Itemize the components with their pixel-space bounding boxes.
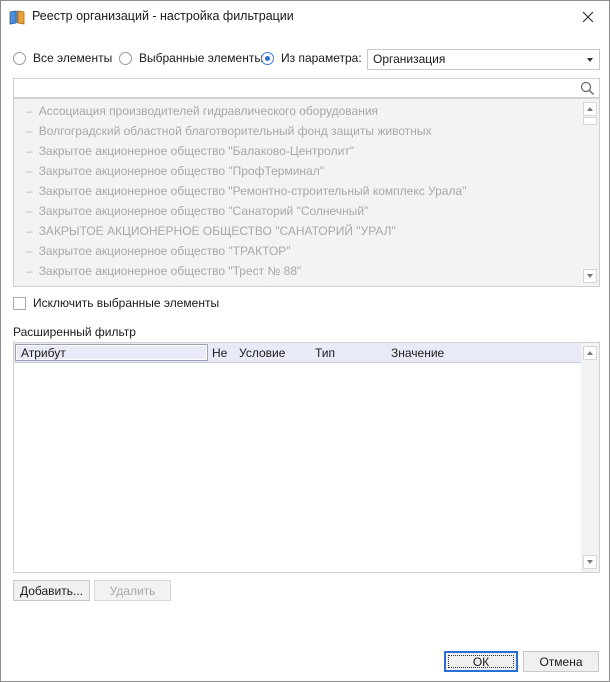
list-item-label: Закрытое акционерное общество "Санаторий…: [38, 204, 369, 218]
parameter-select-value: Организация: [373, 52, 446, 66]
column-header-condition[interactable]: Условие: [239, 346, 285, 360]
arrow-down-icon: [587, 560, 593, 564]
radio-circle: [119, 51, 132, 65]
title-bar: Реестр организаций - настройка фильтраци…: [1, 1, 609, 33]
list-item-label: Закрытое акционерное общество "Ремонтно-…: [38, 184, 467, 198]
list-item-label: ЗАКРЫТОЕ АКЦИОНЕРНОЕ ОБЩЕСТВО "САНАТОРИЙ…: [38, 224, 396, 238]
filter-dialog: Реестр организаций - настройка фильтраци…: [0, 0, 610, 682]
search-icon[interactable]: [580, 81, 595, 96]
extended-filter-grid[interactable]: Атрибут Не Условие Тип Значение: [13, 342, 600, 573]
checkbox-box: [13, 296, 26, 310]
tree-dash: –: [26, 164, 33, 178]
window-title: Реестр организаций - настройка фильтраци…: [32, 9, 294, 23]
exclude-selected-checkbox[interactable]: Исключить выбранные элементы: [13, 296, 219, 310]
list-item[interactable]: – Закрытое акционерное общество "Трест № …: [14, 261, 579, 281]
list-item-label: Закрытое акционерное общество "ТРАКТОР": [38, 244, 291, 258]
search-input[interactable]: [13, 78, 600, 98]
list-item[interactable]: – Волгоградский областной благотворительн…: [14, 121, 579, 141]
tree-dash: –: [26, 144, 33, 158]
list-item[interactable]: – Закрытое акционерное общество "ТРАКТОР": [14, 241, 579, 261]
list-item-label: Закрытое акционерное общество "Балаково-…: [38, 144, 355, 158]
add-button[interactable]: Добавить...: [13, 580, 90, 601]
column-header-type[interactable]: Тип: [315, 346, 335, 360]
tree-dash: –: [26, 284, 33, 286]
close-icon: [582, 11, 594, 23]
list-item-label: Закрытое акционерное общество "Трест № 8…: [38, 264, 302, 278]
tree-dash: –: [26, 124, 33, 138]
radio-all-elements[interactable]: Все элементы: [13, 51, 112, 65]
ok-button[interactable]: ОК: [444, 651, 518, 672]
list-item[interactable]: – Ассоциация производителей гидравлическо…: [14, 101, 579, 121]
tree-dash: –: [26, 244, 33, 258]
chevron-down-icon: [587, 58, 593, 62]
element-list-scrollbar[interactable]: [581, 99, 599, 286]
tree-dash: –: [26, 104, 33, 118]
arrow-down-icon: [587, 274, 593, 278]
focus-rect: [448, 655, 514, 668]
grid-header: Атрибут Не Условие Тип Значение: [14, 343, 581, 363]
element-list[interactable]: – Ассоциация производителей гидравлическо…: [13, 98, 600, 287]
list-item[interactable]: – Закрытое акционерное общество "ПрофТерм…: [14, 161, 579, 181]
delete-button[interactable]: Удалить: [94, 580, 171, 601]
column-header-not[interactable]: Не: [212, 346, 227, 360]
tree-dash: –: [26, 264, 33, 278]
list-item[interactable]: – ЗАКРЫТОЕ АКЦИОНЕРНОЕ ОБЩЕСТВО "САНАТОРИ…: [14, 221, 579, 241]
arrow-up-icon: [587, 351, 593, 355]
tree-dash: –: [26, 204, 33, 218]
radio-selected-elements[interactable]: Выбранные элементы: [119, 51, 263, 65]
list-item-label: Волгоградский областной благотворительны…: [38, 124, 432, 138]
scroll-up-button[interactable]: [583, 346, 597, 360]
scroll-up-button[interactable]: [583, 102, 597, 116]
radio-label: Все элементы: [33, 51, 113, 65]
list-item-label: Ассоциация производителей гидравлическог…: [38, 104, 379, 118]
checkbox-label: Исключить выбранные элементы: [33, 296, 220, 310]
column-header-value[interactable]: Значение: [391, 346, 444, 360]
list-item-label: Закрытое акционерное общество "Челябинск…: [39, 284, 345, 286]
scroll-down-button[interactable]: [583, 555, 597, 569]
scroll-down-button[interactable]: [583, 269, 597, 283]
tree-dash: –: [26, 184, 33, 198]
radio-label: Выбранные элементы: [139, 51, 263, 65]
scroll-thumb[interactable]: [583, 117, 597, 125]
list-item[interactable]: – Закрытое акционерное общество "Ремонтно…: [14, 181, 579, 201]
arrow-up-icon: [587, 107, 593, 111]
list-item[interactable]: – Закрытое акционерное общество "Санатори…: [14, 201, 579, 221]
list-item[interactable]: – Закрытое акционерное общество "Балаково…: [14, 141, 579, 161]
extended-filter-label: Расширенный фильтр: [13, 325, 136, 339]
element-list-items: – Ассоциация производителей гидравлическо…: [14, 101, 579, 286]
radio-from-parameter[interactable]: Из параметра:: [261, 51, 362, 65]
book-icon: [9, 10, 25, 25]
cancel-button[interactable]: Отмена: [523, 651, 599, 672]
grid-scrollbar[interactable]: [581, 343, 599, 572]
radio-label: Из параметра:: [281, 51, 362, 65]
list-item-label: Закрытое акционерное общество "ПрофТерми…: [38, 164, 324, 178]
list-item[interactable]: – Закрытое акционерное общество "Челябинс…: [14, 281, 579, 286]
close-button[interactable]: [575, 5, 601, 29]
column-header-attribute[interactable]: Атрибут: [15, 344, 208, 361]
radio-circle: [13, 51, 26, 65]
parameter-select[interactable]: Организация: [367, 49, 600, 70]
radio-circle: [261, 51, 274, 65]
tree-dash: –: [26, 224, 33, 238]
